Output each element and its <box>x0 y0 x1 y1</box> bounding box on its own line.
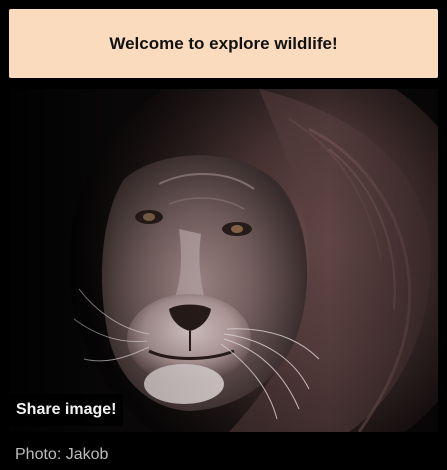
lion-image <box>9 89 438 432</box>
banner-title: Welcome to explore wildlife! <box>109 33 338 53</box>
photo-caption: Photo: Jakob <box>15 446 109 463</box>
lion-photo <box>9 89 438 432</box>
share-image-button[interactable]: Share image! <box>9 394 124 426</box>
welcome-banner: Welcome to explore wildlife! <box>9 9 438 78</box>
